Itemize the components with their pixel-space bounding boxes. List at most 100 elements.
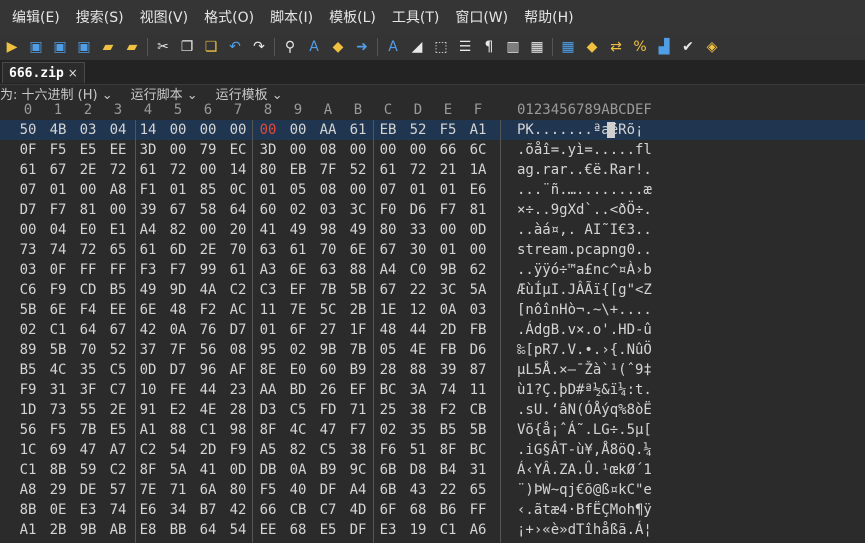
hex-byte[interactable]: C7: [103, 381, 133, 399]
hex-byte[interactable]: 23: [223, 381, 253, 399]
hex-byte[interactable]: 39: [433, 361, 463, 379]
hex-byte[interactable]: A5: [253, 441, 283, 459]
hex-row[interactable]: 73 74 72 65 61 6D 2E 70 63 61 70 6E 67 30 01 00 stream.p…: [0, 240, 865, 260]
hex-byte[interactable]: F1: [133, 181, 163, 199]
columns-icon[interactable]: ▥: [504, 38, 522, 56]
hex-byte[interactable]: 47: [313, 421, 343, 439]
hex-byte[interactable]: 2B: [43, 521, 73, 539]
hex-byte[interactable]: C1: [193, 421, 223, 439]
hex-row[interactable]: 03 0F FF FF F3 F7 99 61 A3 6E 63 88 A4 C0 9B 62 ..ÿÿó÷™a…: [0, 260, 865, 280]
hex-byte[interactable]: 60: [313, 361, 343, 379]
hex-byte[interactable]: 00: [463, 241, 493, 259]
hex-byte[interactable]: 74: [103, 501, 133, 519]
hex-byte[interactable]: 0A: [433, 301, 463, 319]
hex-byte[interactable]: 56: [13, 421, 43, 439]
hex-byte[interactable]: 44: [403, 321, 433, 339]
hex-byte[interactable]: E1: [103, 221, 133, 239]
hex-byte[interactable]: 5A: [463, 281, 493, 299]
hex-row[interactable]: A8 29 DE 57 7E 71 6A 80 F5 40 DF A4 6B 43 22 65 ¨)ÞW~qj€…: [0, 480, 865, 500]
text-mode-icon[interactable]: ☰: [456, 38, 474, 56]
ascii-text[interactable]: ‹.ãtæ4·BfËÇMoh¶ÿ: [517, 501, 652, 519]
hex-byte[interactable]: 1C: [13, 441, 43, 459]
hex-byte[interactable]: 00: [283, 121, 313, 139]
hex-byte[interactable]: 0D: [223, 461, 253, 479]
hex-byte[interactable]: 00: [73, 181, 103, 199]
hex-byte[interactable]: 51: [403, 441, 433, 459]
hex-byte[interactable]: 14: [133, 121, 163, 139]
hex-byte[interactable]: 49: [283, 221, 313, 239]
hex-byte[interactable]: 40: [283, 481, 313, 499]
hex-byte[interactable]: B9: [313, 461, 343, 479]
hex-byte[interactable]: 04: [103, 121, 133, 139]
hex-byte[interactable]: 79: [193, 141, 223, 159]
hex-byte[interactable]: 98: [223, 421, 253, 439]
hex-byte[interactable]: EF: [283, 281, 313, 299]
hex-byte[interactable]: 6D: [163, 241, 193, 259]
hex-byte[interactable]: 6E: [133, 301, 163, 319]
save-as-icon[interactable]: ▣: [51, 38, 69, 56]
menu-item[interactable]: 脚本(I): [270, 7, 313, 27]
ascii-text[interactable]: ..ÿÿó÷™a£nc^¤À›b: [517, 261, 652, 279]
hex-byte[interactable]: 9B: [73, 521, 103, 539]
hex-byte[interactable]: 0D: [463, 221, 493, 239]
hex-byte[interactable]: EE: [103, 141, 133, 159]
hex-byte[interactable]: 2D: [433, 321, 463, 339]
hex-byte[interactable]: 11: [253, 301, 283, 319]
hex-byte[interactable]: 91: [133, 401, 163, 419]
hex-byte[interactable]: 6E: [343, 241, 373, 259]
hex-byte[interactable]: 72: [103, 161, 133, 179]
hex-byte[interactable]: 0D: [133, 361, 163, 379]
hex-byte[interactable]: 5B: [43, 341, 73, 359]
hex-byte[interactable]: FE: [163, 381, 193, 399]
hex-byte[interactable]: 72: [163, 161, 193, 179]
hex-byte[interactable]: F7: [43, 201, 73, 219]
hex-byte[interactable]: C2: [103, 461, 133, 479]
hex-byte[interactable]: 02: [13, 321, 43, 339]
paste-icon[interactable]: ❏: [202, 38, 220, 56]
hex-byte[interactable]: EC: [223, 141, 253, 159]
bookmark-icon[interactable]: ◆: [583, 38, 601, 56]
hex-byte[interactable]: 08: [313, 181, 343, 199]
hex-byte[interactable]: EB: [373, 121, 403, 139]
hex-byte[interactable]: 56: [193, 341, 223, 359]
hex-byte[interactable]: C5: [283, 401, 313, 419]
hex-byte[interactable]: 27: [313, 321, 343, 339]
base-convert-icon[interactable]: ◈: [703, 38, 721, 56]
save-all-icon[interactable]: ▣: [75, 38, 93, 56]
hex-byte[interactable]: AA: [253, 381, 283, 399]
hex-byte[interactable]: C1: [43, 321, 73, 339]
hex-byte[interactable]: 71: [343, 401, 373, 419]
hex-byte[interactable]: D7: [223, 321, 253, 339]
hex-byte[interactable]: 85: [193, 181, 223, 199]
check-icon[interactable]: ✔: [679, 38, 697, 56]
hex-byte[interactable]: DF: [343, 521, 373, 539]
hex-byte[interactable]: 52: [343, 161, 373, 179]
hex-byte[interactable]: C5: [313, 441, 343, 459]
hex-byte[interactable]: 88: [343, 261, 373, 279]
hex-byte[interactable]: 6E: [43, 301, 73, 319]
hex-byte[interactable]: 69: [43, 441, 73, 459]
hex-byte[interactable]: 99: [193, 261, 223, 279]
hex-byte[interactable]: 08: [313, 141, 343, 159]
hex-byte[interactable]: 9C: [343, 461, 373, 479]
hex-byte[interactable]: 03: [73, 121, 103, 139]
hex-byte[interactable]: 63: [253, 241, 283, 259]
hex-byte[interactable]: 01: [253, 181, 283, 199]
hex-byte[interactable]: 5B: [463, 421, 493, 439]
hex-byte[interactable]: 3D: [253, 141, 283, 159]
hex-byte[interactable]: AA: [313, 121, 343, 139]
hex-byte[interactable]: 00: [223, 121, 253, 139]
hex-row[interactable]: 07 01 00 A8 F1 01 85 0C 01 05 08 00 07 01 01 E6 ...¨ñ.….…: [0, 180, 865, 200]
hex-byte[interactable]: 6B: [373, 481, 403, 499]
hex-byte[interactable]: 9B: [313, 341, 343, 359]
hex-byte[interactable]: 02: [283, 201, 313, 219]
hex-byte[interactable]: FF: [73, 261, 103, 279]
hex-byte[interactable]: 03: [13, 261, 43, 279]
hex-byte[interactable]: 8F: [133, 461, 163, 479]
hex-byte[interactable]: 03: [313, 201, 343, 219]
hex-byte[interactable]: BB: [163, 521, 193, 539]
hex-byte[interactable]: 4E: [193, 401, 223, 419]
hex-byte[interactable]: 08: [223, 341, 253, 359]
hex-byte[interactable]: 95: [253, 341, 283, 359]
hex-byte[interactable]: 66: [253, 501, 283, 519]
